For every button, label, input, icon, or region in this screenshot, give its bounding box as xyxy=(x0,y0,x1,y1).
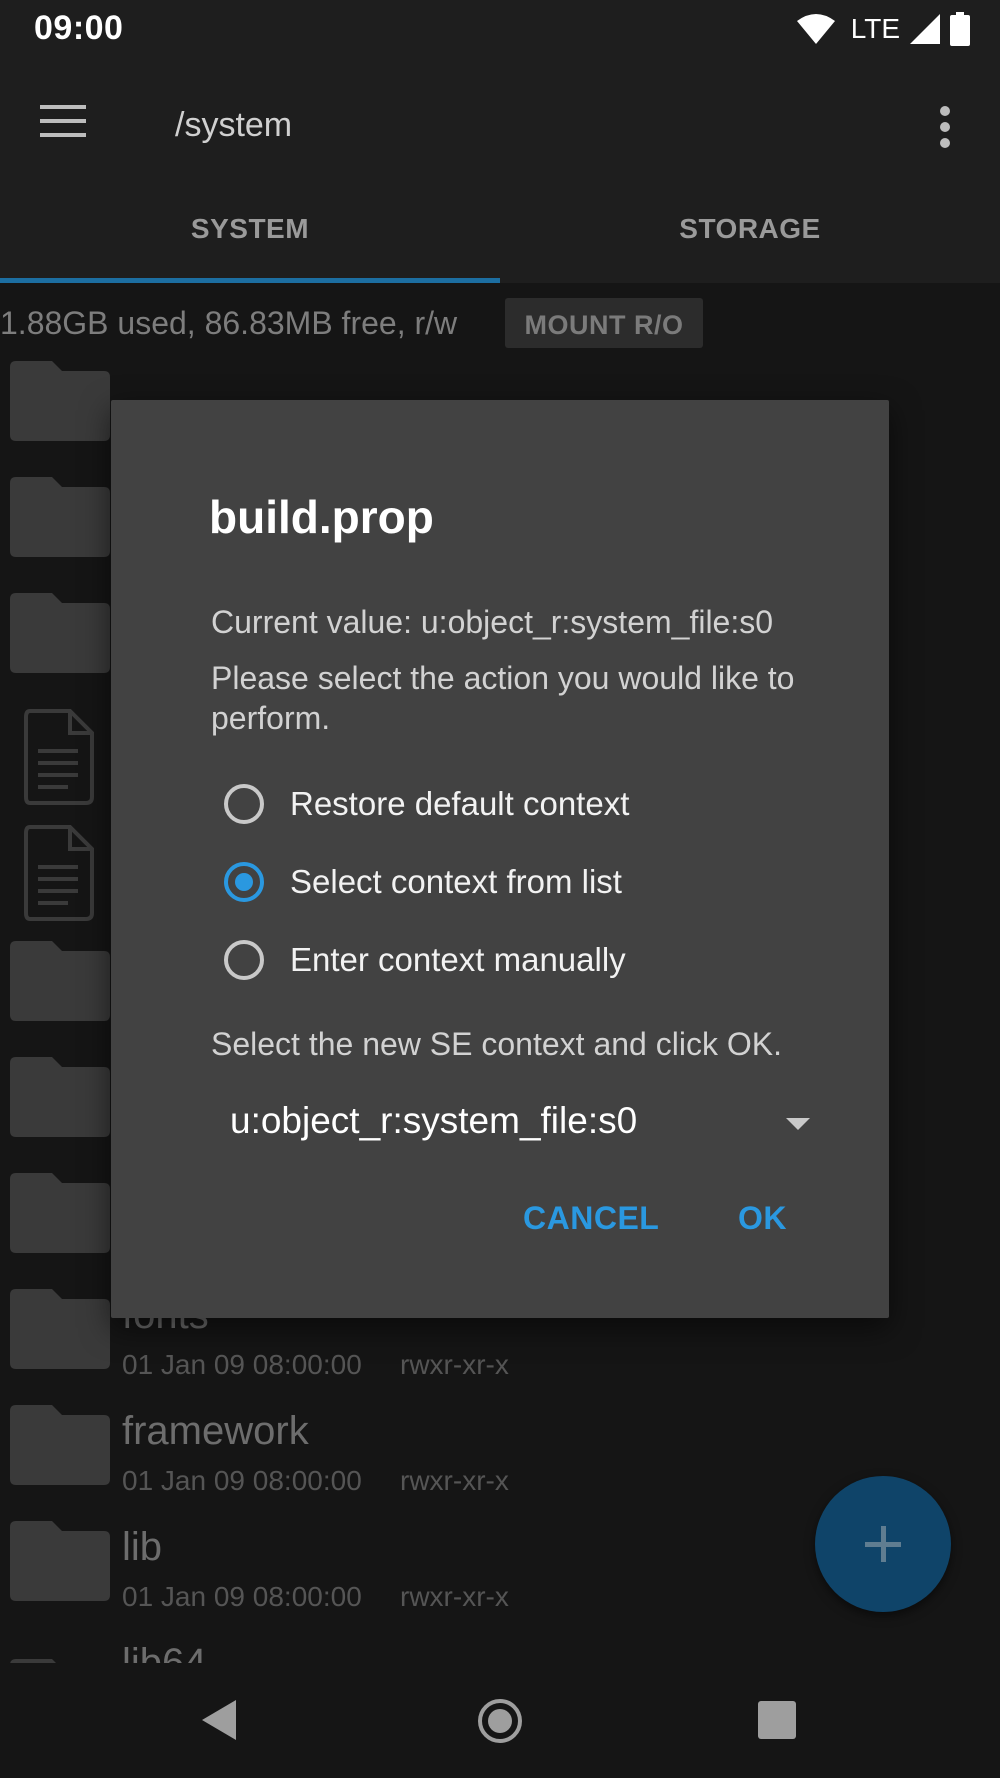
file-date: 01 Jan 09 08:00:00 xyxy=(122,1349,362,1380)
add-fab-button[interactable] xyxy=(815,1476,951,1612)
dropdown-selected-value: u:object_r:system_file:s0 xyxy=(230,1100,638,1141)
tab-storage-label: STORAGE xyxy=(679,213,821,244)
file-name: lib xyxy=(122,1525,163,1569)
status-bar: 09:00 LTE xyxy=(0,0,1000,60)
option-label: Select context from list xyxy=(290,863,622,900)
file-permissions: rwxr-xr-x xyxy=(400,1581,509,1612)
list-item[interactable]: lib64 xyxy=(0,1619,1000,1663)
file-date: 01 Jan 09 08:00:00 xyxy=(122,1581,362,1612)
screen: 09:00 LTE /system SYSTEM STORAGE 1.88GB … xyxy=(0,0,1000,1778)
option-select-from-list[interactable]: Select context from list xyxy=(224,852,622,912)
dropdown-arrow-icon xyxy=(786,1118,810,1130)
folder-icon xyxy=(10,361,110,441)
file-permissions: rwxr-xr-x xyxy=(400,1349,509,1380)
folder-icon xyxy=(10,1521,110,1601)
folder-icon xyxy=(10,477,110,557)
dialog-message: Please select the action you would like … xyxy=(211,660,795,736)
hamburger-menu-icon[interactable] xyxy=(40,105,96,149)
radio-button[interactable] xyxy=(224,940,264,980)
file-meta: 01 Jan 09 08:00:00 rwxr-xr-x xyxy=(122,1581,509,1613)
ok-button[interactable]: OK xyxy=(738,1200,787,1237)
option-enter-manually[interactable]: Enter context manually xyxy=(224,930,626,990)
cell-signal-icon xyxy=(910,14,940,44)
option-restore-default[interactable]: Restore default context xyxy=(224,774,629,834)
document-icon xyxy=(24,825,94,921)
network-type-label: LTE xyxy=(850,13,900,44)
file-name: framework xyxy=(122,1409,309,1453)
wifi-icon xyxy=(796,14,835,44)
file-name: lib64 xyxy=(122,1641,207,1663)
toolbar-title: /system xyxy=(175,106,293,144)
folder-icon xyxy=(10,941,110,1021)
tab-bar: SYSTEM STORAGE xyxy=(0,195,1000,283)
more-vert-icon[interactable] xyxy=(940,106,952,150)
status-icons: LTE xyxy=(796,10,970,48)
folder-icon xyxy=(10,1173,110,1253)
dialog-title: build.prop xyxy=(209,491,434,543)
folder-icon xyxy=(10,1405,110,1485)
folder-icon xyxy=(10,1289,110,1369)
cancel-button[interactable]: CANCEL xyxy=(523,1200,659,1237)
current-value-text: Current value: u:object_r:system_file:s0 xyxy=(211,604,774,640)
folder-icon xyxy=(10,1057,110,1137)
file-date: 01 Jan 09 08:00:00 xyxy=(122,1465,362,1496)
folder-icon xyxy=(10,593,110,673)
document-icon xyxy=(24,709,94,805)
file-meta: 01 Jan 09 08:00:00 rwxr-xr-x xyxy=(122,1349,509,1381)
tab-system[interactable]: SYSTEM xyxy=(0,195,500,283)
tab-system-label: SYSTEM xyxy=(190,213,310,244)
dialog-instruction: Select the new SE context and click OK. xyxy=(211,1026,782,1062)
status-time: 09:00 xyxy=(34,9,124,47)
mount-ro-button[interactable]: MOUNT R/O xyxy=(505,298,703,348)
radio-button-checked[interactable] xyxy=(224,862,264,902)
file-permissions: rwxr-xr-x xyxy=(400,1465,509,1496)
option-label: Restore default context xyxy=(290,785,630,822)
tab-storage[interactable]: STORAGE xyxy=(500,195,1000,283)
battery-icon xyxy=(950,12,970,46)
back-icon[interactable] xyxy=(200,1698,238,1742)
file-meta: 01 Jan 09 08:00:00 rwxr-xr-x xyxy=(122,1465,509,1497)
recents-icon[interactable] xyxy=(758,1701,796,1739)
home-icon[interactable] xyxy=(478,1699,522,1743)
radio-button[interactable] xyxy=(224,784,264,824)
system-nav-bar xyxy=(0,1663,1000,1778)
se-context-dialog: build.prop Current value: u:object_r:sys… xyxy=(111,400,889,1318)
storage-usage-text: 1.88GB used, 86.83MB free, r/w xyxy=(0,305,458,341)
option-label: Enter context manually xyxy=(290,941,626,978)
app-toolbar: /system xyxy=(0,60,1000,195)
context-dropdown[interactable]: u:object_r:system_file:s0 xyxy=(230,1092,810,1152)
